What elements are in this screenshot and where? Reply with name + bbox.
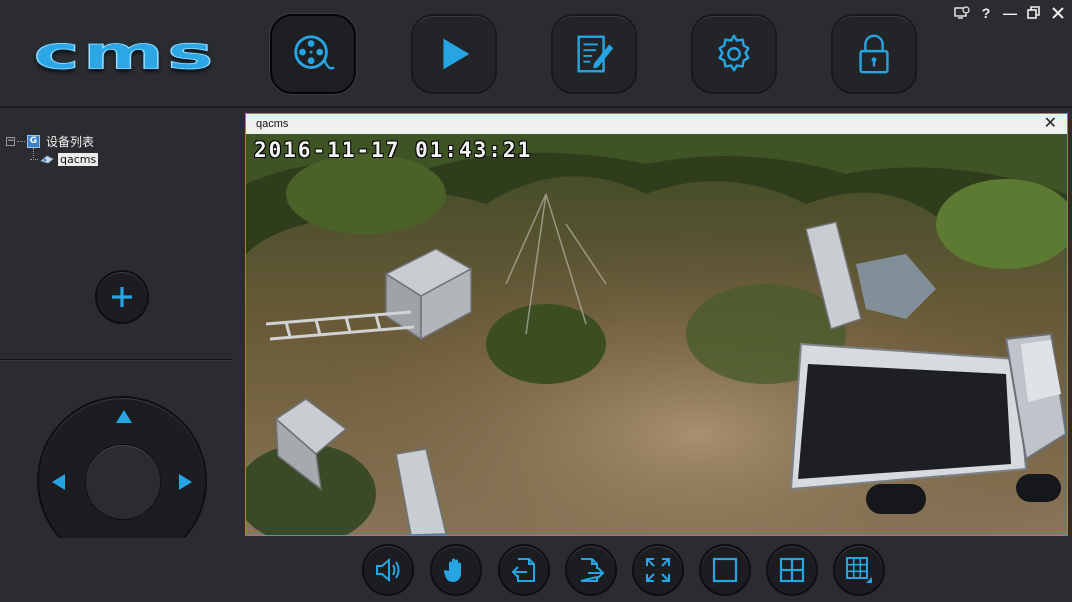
quad-view-icon bbox=[779, 557, 805, 583]
export-button[interactable] bbox=[565, 544, 617, 596]
plus-icon bbox=[112, 287, 132, 307]
import-button[interactable] bbox=[498, 544, 550, 596]
top-bar: cms ? — bbox=[0, 0, 1072, 108]
ptz-left-arrow-icon[interactable] bbox=[52, 474, 65, 490]
tree-root[interactable]: − G 设备列表 bbox=[6, 132, 98, 150]
panel-divider bbox=[0, 359, 232, 360]
help-button[interactable]: ? bbox=[978, 5, 994, 21]
speaker-icon bbox=[376, 557, 400, 583]
monitor-gear-icon bbox=[954, 6, 970, 19]
cms-logo: cms bbox=[33, 28, 214, 80]
ptz-hand-button[interactable] bbox=[430, 544, 482, 596]
video-title-bar: qacms ✕ bbox=[246, 114, 1067, 134]
tree-root-label: 设备列表 bbox=[46, 134, 95, 149]
remote-config-button[interactable] bbox=[954, 5, 970, 21]
bottom-toolbar bbox=[0, 538, 1072, 602]
restore-button[interactable] bbox=[1026, 5, 1042, 21]
import-icon bbox=[511, 558, 535, 582]
nav-playback-button[interactable] bbox=[411, 14, 497, 94]
single-view-icon bbox=[712, 557, 738, 583]
ptz-up-arrow-icon[interactable] bbox=[116, 410, 132, 423]
device-tree: − G 设备列表 qacms bbox=[6, 132, 99, 168]
nav-log-button[interactable] bbox=[551, 14, 637, 94]
device-group-icon: G bbox=[27, 134, 40, 148]
tree-collapse-toggle[interactable]: − bbox=[6, 136, 15, 146]
nav-lock-button[interactable] bbox=[831, 14, 917, 94]
multi-view-button[interactable] bbox=[833, 544, 885, 596]
osd-timestamp: 2016-11-17 01:43:21 bbox=[254, 138, 533, 162]
hand-icon bbox=[443, 558, 461, 583]
film-reel-icon bbox=[294, 35, 335, 70]
tree-connector bbox=[30, 158, 38, 160]
tree-connector bbox=[17, 140, 25, 142]
audio-button[interactable] bbox=[362, 544, 414, 596]
camera-icon bbox=[40, 155, 54, 164]
left-panel: − G 设备列表 qacms bbox=[0, 110, 232, 602]
restore-icon bbox=[1027, 6, 1040, 19]
window-controls: ? — bbox=[954, 5, 1066, 21]
tree-item-device[interactable]: qacms bbox=[30, 150, 99, 168]
video-channel-name: qacms bbox=[256, 118, 289, 130]
nav-settings-button[interactable] bbox=[691, 14, 777, 94]
video-window[interactable]: qacms ✕ 2016-11-17 01:43:21 bbox=[245, 113, 1068, 536]
fullscreen-icon bbox=[646, 558, 670, 582]
close-window-button[interactable] bbox=[1050, 5, 1066, 21]
multi-view-icon bbox=[846, 557, 872, 583]
fullscreen-button[interactable] bbox=[632, 544, 684, 596]
tree-connector bbox=[33, 148, 34, 160]
nav-live-view-button[interactable] bbox=[270, 14, 356, 94]
camera-feed-image bbox=[246, 134, 1067, 535]
ptz-right-arrow-icon[interactable] bbox=[179, 474, 192, 490]
close-icon bbox=[1052, 7, 1064, 19]
single-view-button[interactable] bbox=[699, 544, 751, 596]
ptz-center-button[interactable] bbox=[85, 444, 161, 520]
notepad-edit-icon bbox=[577, 35, 614, 73]
video-close-button[interactable]: ✕ bbox=[1044, 115, 1057, 133]
logo-text: cms bbox=[33, 28, 217, 80]
gear-icon bbox=[718, 34, 750, 72]
play-icon bbox=[443, 38, 470, 70]
camera-feed[interactable]: 2016-11-17 01:43:21 bbox=[246, 134, 1067, 535]
quad-view-button[interactable] bbox=[766, 544, 818, 596]
add-device-button[interactable] bbox=[95, 270, 149, 324]
export-icon bbox=[580, 558, 605, 582]
tree-item-label: qacms bbox=[58, 152, 99, 166]
padlock-icon bbox=[859, 34, 889, 74]
minimize-button[interactable]: — bbox=[1002, 5, 1018, 21]
